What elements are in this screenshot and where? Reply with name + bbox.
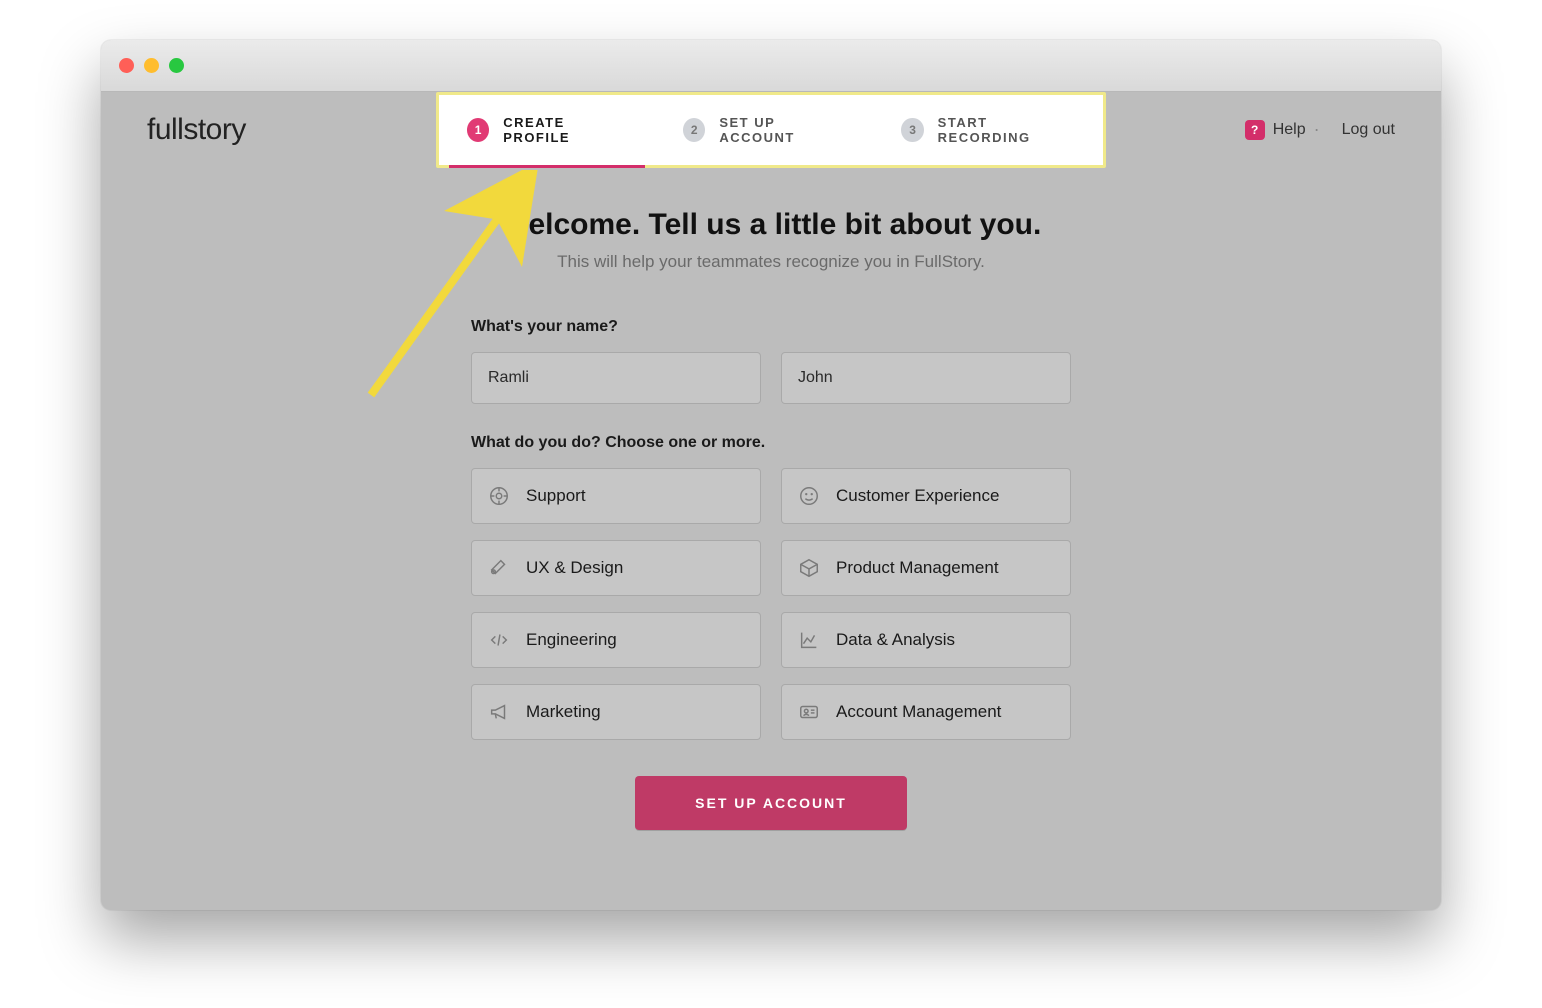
last-name-input[interactable] [781,352,1071,404]
role-option-engineering[interactable]: Engineering [471,612,761,668]
window-minimize-icon[interactable] [144,58,159,73]
brand-logo: fullstory [147,113,246,147]
main-content: Welcome. Tell us a little bit about you.… [101,168,1441,910]
logout-link[interactable]: Log out [1342,121,1395,139]
role-option-account-management[interactable]: Account Management [781,684,1071,740]
role-label: Data & Analysis [836,630,955,650]
page-headline: Welcome. Tell us a little bit about you. [101,208,1441,242]
role-option-support[interactable]: Support [471,468,761,524]
role-label: Support [526,486,586,506]
step-create-profile[interactable]: 1 CREATE PROFILE [439,95,655,165]
code-icon [488,629,510,651]
role-question-label: What do you do? Choose one or more. [471,434,1071,452]
role-label: Marketing [526,702,601,722]
header-actions: ? Help · Log out [1245,120,1395,140]
role-label: Product Management [836,558,999,578]
role-option-product-management[interactable]: Product Management [781,540,1071,596]
role-option-customer-experience[interactable]: Customer Experience [781,468,1071,524]
step-number-badge: 3 [901,118,923,142]
role-option-data-analysis[interactable]: Data & Analysis [781,612,1071,668]
step-start-recording[interactable]: 3 START RECORDING [873,95,1103,165]
help-link[interactable]: ? Help · [1245,120,1320,140]
smile-icon [798,485,820,507]
role-label: UX & Design [526,558,623,578]
support-icon [488,485,510,507]
name-question-label: What's your name? [471,318,1071,336]
page-subhead: This will help your teammates recognize … [101,252,1441,272]
window-zoom-icon[interactable] [169,58,184,73]
window-close-icon[interactable] [119,58,134,73]
app-header: fullstory 1 CREATE PROFILE 2 SET UP ACCO… [101,92,1441,168]
profile-form: What's your name? What do you do? Choose… [471,318,1071,830]
step-label: START RECORDING [938,115,1075,145]
set-up-account-button[interactable]: SET UP ACCOUNT [635,776,907,830]
role-option-ux-design[interactable]: UX & Design [471,540,761,596]
onboarding-steps: 1 CREATE PROFILE 2 SET UP ACCOUNT 3 STAR… [436,92,1106,168]
step-number-badge: 1 [467,118,489,142]
step-label: SET UP ACCOUNT [719,115,845,145]
chart-icon [798,629,820,651]
id-card-icon [798,701,820,723]
role-option-marketing[interactable]: Marketing [471,684,761,740]
design-icon [488,557,510,579]
role-label: Account Management [836,702,1001,722]
step-number-badge: 2 [683,118,705,142]
app-window: fullstory 1 CREATE PROFILE 2 SET UP ACCO… [101,40,1441,910]
box-icon [798,557,820,579]
megaphone-icon [488,701,510,723]
role-label: Engineering [526,630,617,650]
role-label: Customer Experience [836,486,999,506]
step-set-up-account[interactable]: 2 SET UP ACCOUNT [655,95,873,165]
help-icon: ? [1245,120,1265,140]
dot-separator-icon: · [1314,120,1320,138]
help-label: Help [1273,121,1306,139]
first-name-input[interactable] [471,352,761,404]
window-titlebar [101,40,1441,92]
step-label: CREATE PROFILE [503,115,627,145]
